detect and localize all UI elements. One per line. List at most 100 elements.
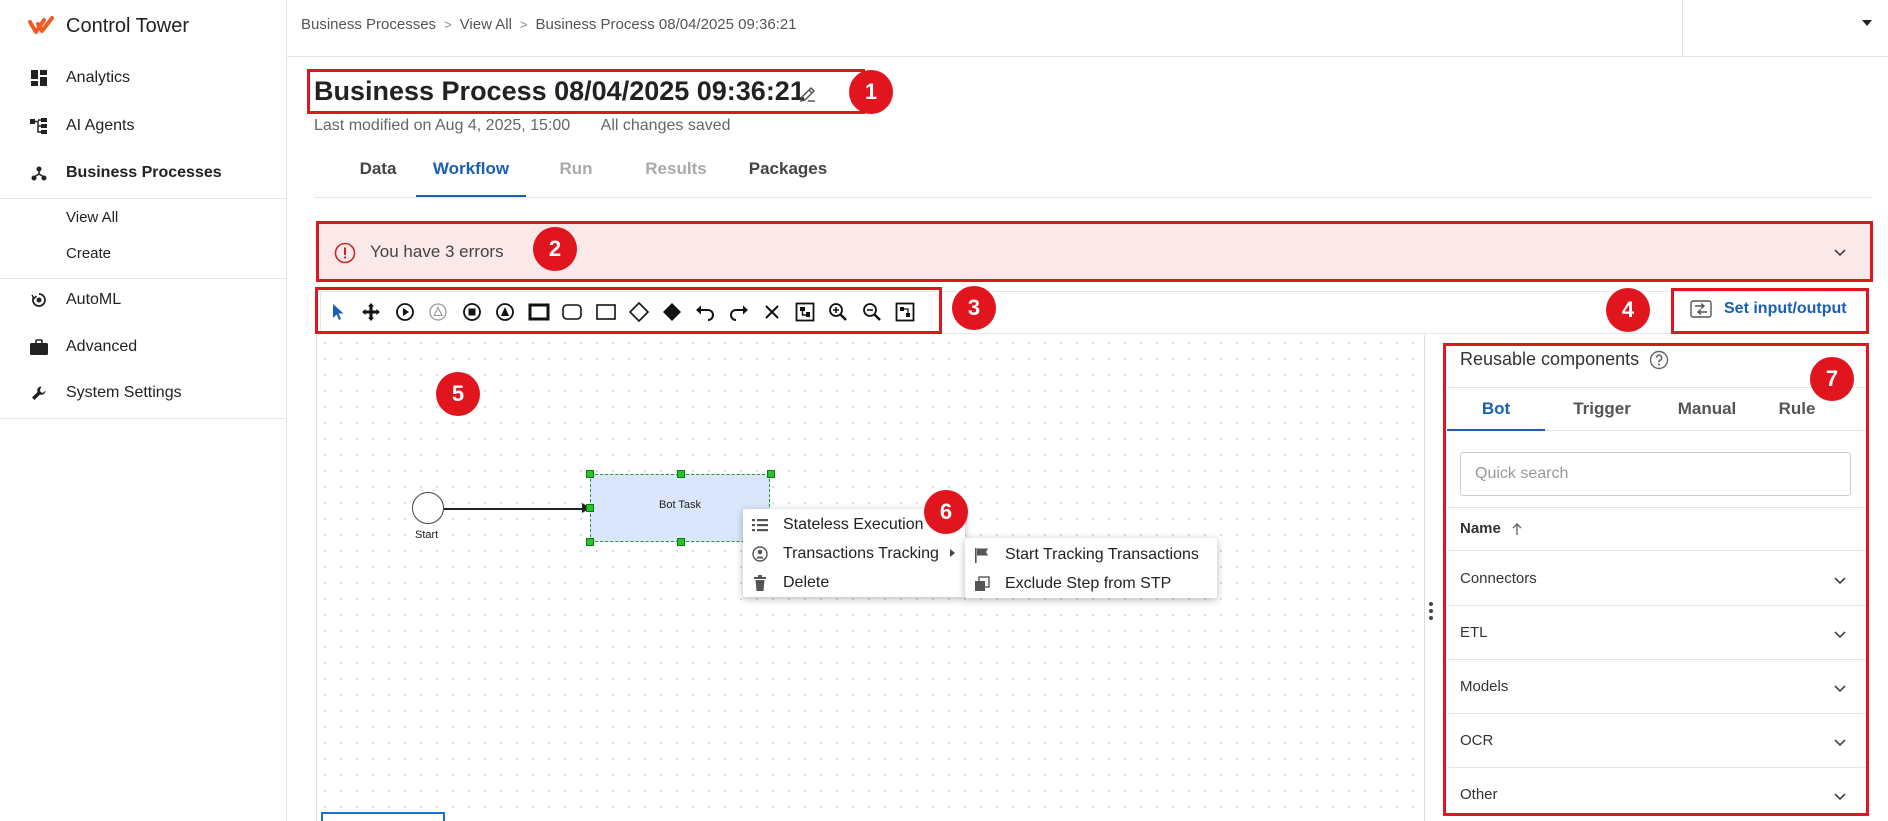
tab-data[interactable]: Data bbox=[346, 150, 410, 197]
tab-trigger[interactable]: Trigger bbox=[1557, 388, 1647, 431]
save-status: All changes saved bbox=[600, 117, 731, 134]
error-count-text: You have 3 errors bbox=[370, 242, 504, 261]
minimap-viewport[interactable] bbox=[321, 812, 445, 821]
sidebar-item-advanced[interactable]: Advanced bbox=[0, 325, 286, 369]
quick-search-input[interactable] bbox=[1460, 452, 1851, 496]
group-label: Models bbox=[1460, 678, 1509, 695]
group-label: OCR bbox=[1460, 732, 1494, 749]
last-modified: Last modified on Aug 4, 2025, 15:00 bbox=[314, 117, 571, 134]
chevron-down-icon[interactable] bbox=[1832, 244, 1848, 260]
sequence-flow[interactable] bbox=[444, 508, 590, 510]
resize-handle[interactable] bbox=[586, 538, 594, 546]
menu-item-start-tracking[interactable]: Start Tracking Transactions bbox=[965, 540, 1217, 569]
task-icon[interactable] bbox=[594, 300, 618, 324]
group-other[interactable]: Other bbox=[1447, 768, 1868, 821]
dashboard-icon bbox=[30, 69, 48, 87]
group-connectors[interactable]: Connectors bbox=[1447, 552, 1868, 606]
end-event-icon[interactable] bbox=[460, 300, 484, 324]
group-label: ETL bbox=[1460, 624, 1488, 641]
brand[interactable]: Control Tower bbox=[28, 14, 189, 38]
submenu: Start Tracking Transactions Exclude Step… bbox=[965, 538, 1217, 598]
drag-handle-icon[interactable] bbox=[1428, 600, 1434, 622]
intermediate-event-icon[interactable] bbox=[426, 300, 450, 324]
panel-tabs: Bot Trigger Manual Rule bbox=[1447, 387, 1868, 431]
zoom-out-icon[interactable] bbox=[860, 300, 884, 324]
column-header[interactable]: Name bbox=[1447, 507, 1868, 551]
briefcase-icon bbox=[30, 338, 48, 356]
sidebar-subitem-create[interactable]: Create bbox=[66, 245, 111, 262]
menu-item-transactions-tracking[interactable]: Transactions Tracking bbox=[743, 539, 965, 568]
start-event-icon[interactable] bbox=[393, 300, 417, 324]
tab-packages[interactable]: Packages bbox=[738, 150, 838, 197]
resize-handle[interactable] bbox=[586, 504, 594, 512]
app-name: Control Tower bbox=[66, 14, 190, 37]
breadcrumb-item[interactable]: Business Processes bbox=[301, 16, 436, 33]
breadcrumb-current: Business Process 08/04/2025 09:36:21 bbox=[535, 16, 797, 33]
menu-item-label: Transactions Tracking bbox=[783, 544, 939, 562]
pencil-icon[interactable] bbox=[798, 84, 818, 104]
start-node[interactable] bbox=[412, 492, 444, 524]
error-icon bbox=[334, 242, 356, 264]
sidebar-item-label: Business Processes bbox=[66, 164, 222, 181]
trash-icon bbox=[751, 574, 769, 592]
redo-icon[interactable] bbox=[727, 300, 751, 324]
tab-bot[interactable]: Bot bbox=[1447, 388, 1545, 431]
main-tabs: Data Workflow Run Results Packages bbox=[314, 150, 1872, 198]
copy-icon bbox=[973, 575, 991, 593]
annotation-badge: 3 bbox=[952, 286, 996, 330]
caret-down-icon bbox=[1862, 20, 1872, 26]
group-models[interactable]: Models bbox=[1447, 660, 1868, 714]
group-ocr[interactable]: OCR bbox=[1447, 714, 1868, 768]
tab-run[interactable]: Run bbox=[546, 150, 606, 197]
filled-gateway-icon[interactable] bbox=[660, 300, 684, 324]
chevron-down-icon bbox=[1834, 685, 1846, 693]
menu-item-label: Stateless Execution bbox=[783, 515, 924, 533]
resize-handle[interactable] bbox=[586, 470, 594, 478]
input-output-icon bbox=[1690, 300, 1712, 318]
sidebar-item-label: System Settings bbox=[66, 384, 182, 401]
menu-item-exclude-step[interactable]: Exclude Step from STP bbox=[965, 569, 1217, 598]
menu-item-label: Exclude Step from STP bbox=[1005, 574, 1172, 592]
flag-icon bbox=[973, 546, 991, 564]
tab-manual[interactable]: Manual bbox=[1657, 388, 1757, 431]
resize-handle[interactable] bbox=[677, 470, 685, 478]
zoom-in-icon[interactable] bbox=[826, 300, 850, 324]
panel-title: Reusable components bbox=[1460, 349, 1669, 370]
account-menu[interactable] bbox=[1682, 0, 1888, 56]
name-column-header[interactable]: Name bbox=[1460, 520, 1523, 537]
hierarchy-icon bbox=[30, 117, 48, 135]
sidebar-subitem-view-all[interactable]: View All bbox=[66, 209, 118, 226]
sidebar-item-automl[interactable]: AutoML bbox=[0, 278, 286, 322]
sidebar-item-business-processes[interactable]: Business Processes bbox=[0, 151, 286, 195]
help-icon[interactable] bbox=[1649, 350, 1669, 370]
annotation-badge: 1 bbox=[849, 70, 893, 114]
sidebar: Control Tower Analytics AI Agents Busine… bbox=[0, 0, 287, 821]
gateway-icon[interactable] bbox=[627, 300, 651, 324]
bold-task-icon[interactable] bbox=[527, 300, 551, 324]
rounded-task-icon[interactable] bbox=[560, 300, 584, 324]
sidebar-item-analytics[interactable]: Analytics bbox=[0, 56, 286, 100]
menu-item-delete[interactable]: Delete bbox=[743, 568, 965, 597]
delete-icon[interactable] bbox=[760, 300, 784, 324]
group-etl[interactable]: ETL bbox=[1447, 606, 1868, 660]
pan-icon[interactable] bbox=[359, 300, 383, 324]
chevron-down-icon bbox=[1834, 739, 1846, 747]
pointer-icon[interactable] bbox=[326, 300, 350, 324]
fit-icon[interactable] bbox=[793, 300, 817, 324]
breadcrumb-item[interactable]: View All bbox=[460, 16, 512, 33]
undo-icon[interactable] bbox=[693, 300, 717, 324]
sidebar-item-system-settings[interactable]: System Settings bbox=[0, 371, 286, 415]
minimap-icon[interactable] bbox=[893, 300, 917, 324]
resize-handle[interactable] bbox=[767, 470, 775, 478]
tab-results[interactable]: Results bbox=[636, 150, 716, 197]
resize-handle[interactable] bbox=[677, 538, 685, 546]
column-label: Name bbox=[1460, 520, 1501, 537]
panel-title-text: Reusable components bbox=[1460, 349, 1640, 369]
chevron-down-icon bbox=[1834, 577, 1846, 585]
set-input-output-button[interactable]: Set input/output bbox=[1690, 300, 1847, 318]
tab-workflow[interactable]: Workflow bbox=[416, 150, 526, 197]
chevron-down-icon bbox=[1834, 793, 1846, 801]
escalation-event-icon[interactable] bbox=[493, 300, 517, 324]
group-label: Other bbox=[1460, 786, 1498, 803]
sidebar-item-ai-agents[interactable]: AI Agents bbox=[0, 104, 286, 148]
